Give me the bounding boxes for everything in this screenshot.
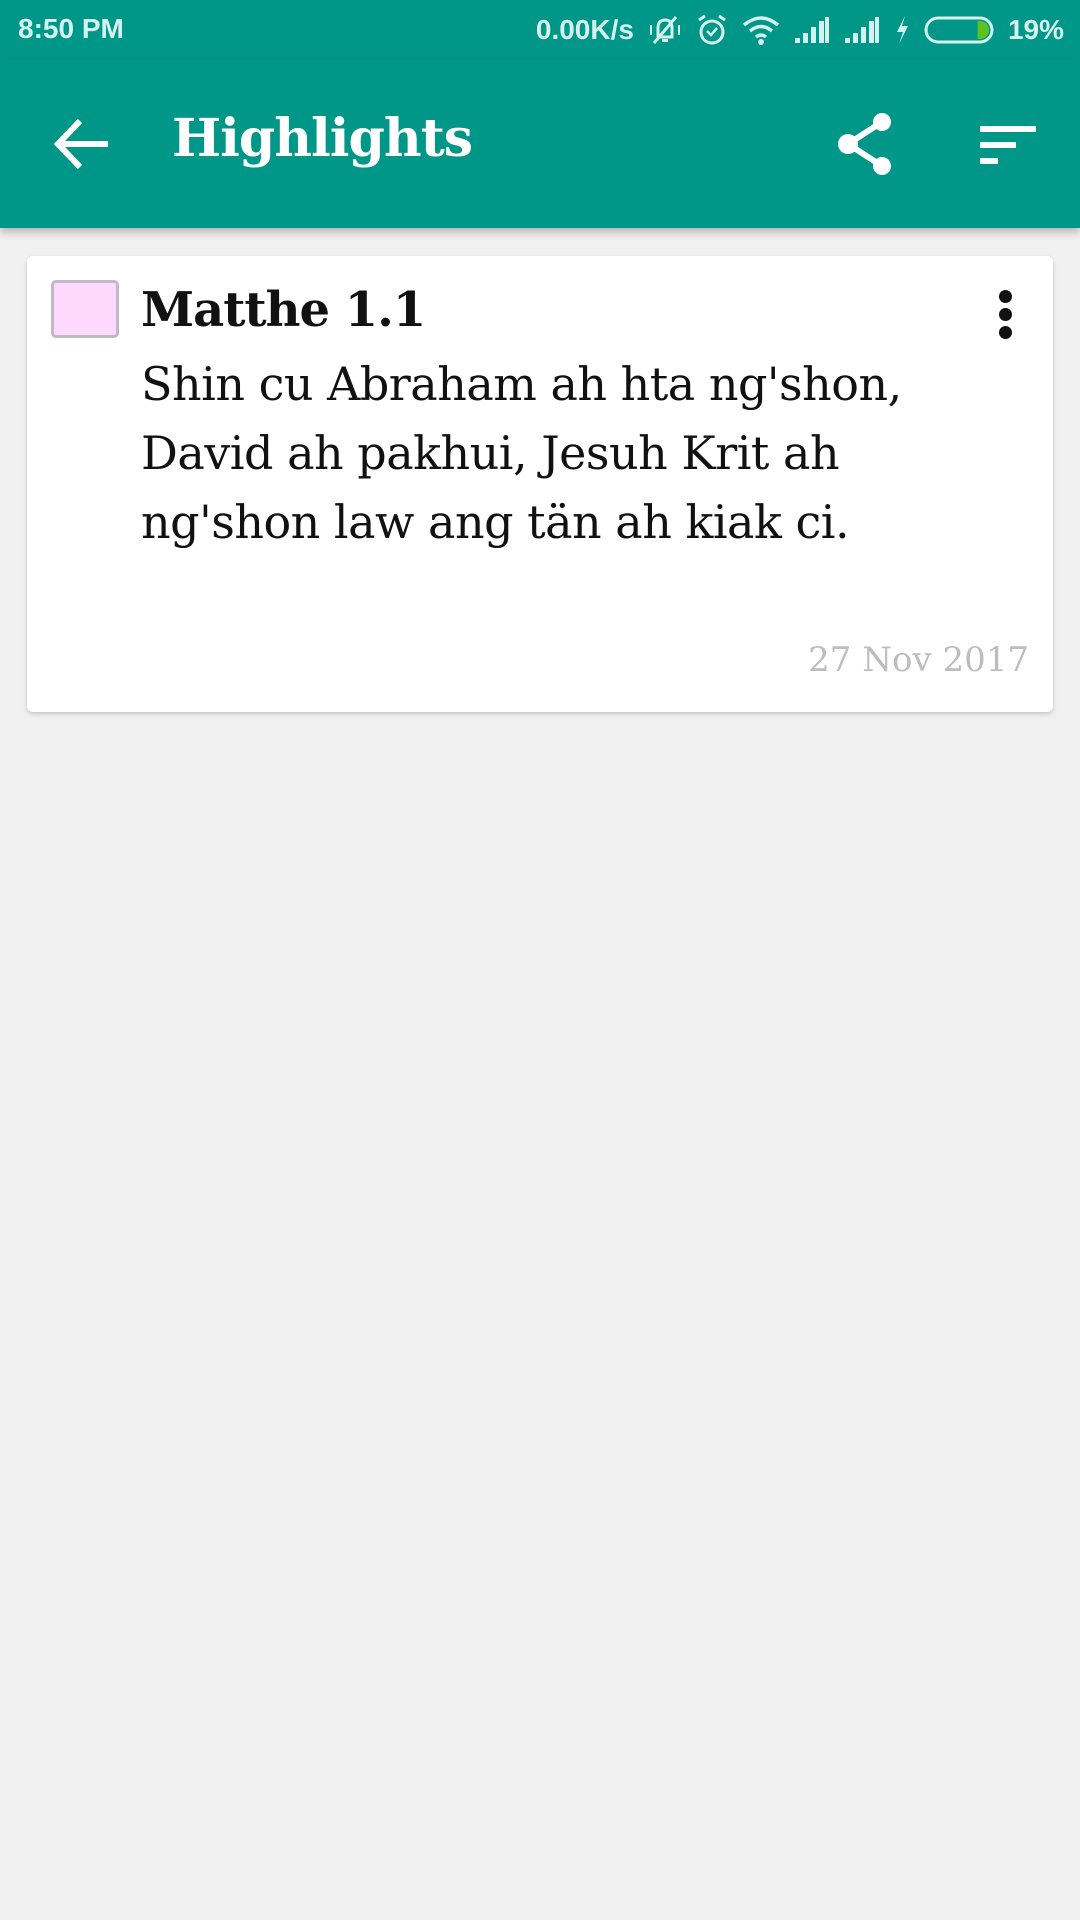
sort-icon[interactable] — [978, 124, 1038, 166]
highlight-card[interactable]: Matthe 1.1 Shin cu Abraham ah hta ng'sho… — [27, 256, 1053, 712]
status-bar: 8:50 PM 0.00K/s 19% — [0, 0, 1080, 60]
menu-dot — [998, 308, 1012, 321]
status-time: 8:50 PM — [18, 13, 124, 44]
arrow-back-icon[interactable] — [52, 118, 112, 170]
battery-icon — [924, 16, 994, 44]
highlight-color-swatch[interactable] — [51, 280, 119, 338]
network-speed: 0.00K/s — [535, 14, 634, 45]
battery-level-fill — [977, 21, 989, 39]
wifi-icon — [742, 16, 780, 45]
verse-text: Shin cu Abraham ah hta ng'shon, David ah… — [141, 357, 902, 549]
share-icon[interactable] — [836, 112, 894, 176]
vibrate-silent-icon — [649, 16, 680, 44]
more-vert-icon[interactable] — [993, 290, 1017, 346]
status-icons: 0.00K/s 19% — [536, 10, 1064, 50]
signal-icon — [844, 17, 879, 43]
app-bar: Highlights — [0, 60, 1080, 228]
signal-icon — [794, 17, 829, 43]
verse-reference: Matthe 1.1 — [141, 282, 426, 338]
charging-icon — [896, 16, 908, 44]
menu-dot — [998, 326, 1012, 339]
menu-dot — [998, 290, 1012, 303]
highlight-date: 27 Nov 2017 — [808, 640, 1029, 680]
battery-percent: 19% — [1007, 14, 1064, 45]
page-title: Highlights — [172, 108, 473, 169]
alarm-icon — [698, 14, 726, 45]
